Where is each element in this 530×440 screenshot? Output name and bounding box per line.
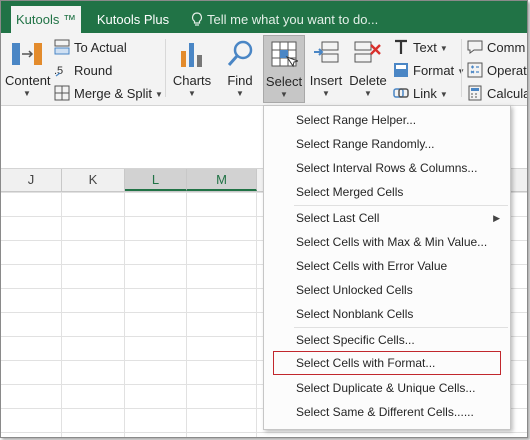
round-icon: .5: [54, 62, 70, 78]
operation-icon: [467, 62, 483, 78]
tell-me-search[interactable]: Tell me what you want to do...: [191, 6, 378, 33]
tab-kutools-plus[interactable]: Kutools Plus: [89, 6, 177, 33]
format-button[interactable]: Format▼: [393, 61, 465, 81]
link-button[interactable]: Link ▼: [393, 84, 448, 104]
charts-icon: [181, 43, 202, 67]
menu-item-select-duplicate-unique-cells[interactable]: Select Duplicate & Unique Cells...: [264, 376, 510, 400]
delete-icon: [354, 41, 381, 63]
comment-button[interactable]: Comm: [467, 38, 525, 58]
menu-item-select-range-randomly[interactable]: Select Range Randomly...: [264, 132, 510, 156]
ribbon-tab-bar: Kutools ™ Kutools Plus Tell me what you …: [1, 1, 527, 33]
excel-window: Kutools ™ Kutools Plus Tell me what you …: [0, 0, 528, 438]
merge-split-icon: [54, 85, 70, 101]
calculator-icon: [467, 85, 483, 101]
calculator-button[interactable]: Calcula: [467, 84, 528, 104]
charts-label: Charts: [172, 73, 212, 88]
ribbon: Content ▼ To Actual .5 Round Merge & Spli…: [1, 33, 527, 106]
format-icon: [393, 62, 409, 78]
menu-item-select-nonblank-cells[interactable]: Select Nonblank Cells: [264, 302, 510, 326]
chevron-down-icon: ▼: [188, 89, 196, 98]
find-label: Find: [227, 73, 253, 88]
submenu-arrow-icon: ▶: [493, 213, 500, 223]
select-grid-icon: [271, 41, 298, 68]
grid-line: [61, 192, 62, 437]
grid-line: [186, 192, 187, 437]
chevron-down-icon: ▼: [155, 90, 163, 99]
select-label: Select: [265, 74, 303, 89]
menu-item-select-cells-max-min-value[interactable]: Select Cells with Max & Min Value...: [264, 230, 510, 254]
svg-text:.5: .5: [54, 65, 63, 77]
menu-item-select-merged-cells[interactable]: Select Merged Cells: [264, 180, 510, 204]
insert-button[interactable]: Insert ▼: [307, 35, 345, 101]
tab-kutools[interactable]: Kutools ™: [11, 6, 81, 33]
charts-button[interactable]: Charts ▼: [171, 35, 213, 101]
delete-button[interactable]: Delete ▼: [347, 35, 389, 101]
menu-item-select-same-different-cells[interactable]: Select Same & Different Cells......: [264, 400, 510, 424]
menu-item-select-cells-with-format[interactable]: Select Cells with Format...: [273, 351, 501, 375]
select-last-cell-label: Select Last Cell: [296, 211, 380, 225]
content-button[interactable]: Content ▼: [5, 35, 51, 101]
content-label: Content: [5, 73, 51, 88]
link-label: Link: [413, 86, 437, 101]
ribbon-separator: [165, 39, 166, 97]
text-label: Text: [413, 40, 437, 55]
round-label: Round: [74, 63, 113, 78]
comment-label: Comm: [487, 40, 526, 55]
content-icon: [12, 43, 42, 65]
menu-item-select-unlocked-cells[interactable]: Select Unlocked Cells: [264, 278, 510, 302]
merge-split-label: Merge & Split: [74, 86, 153, 101]
insert-icon: [314, 41, 339, 63]
chevron-down-icon: ▼: [236, 89, 244, 98]
chevron-down-icon: ▼: [439, 44, 448, 53]
text-button[interactable]: Text ▼: [393, 38, 448, 58]
chevron-down-icon: ▼: [364, 89, 372, 98]
find-button[interactable]: Find ▼: [219, 35, 261, 101]
to-actual-icon: [54, 39, 70, 55]
select-dropdown-menu: Select Range Helper... Select Range Rand…: [263, 105, 511, 430]
grid-line: [256, 192, 257, 437]
tell-me-text: Tell me what you want to do...: [207, 12, 379, 27]
select-button[interactable]: Select ▼: [263, 35, 305, 103]
merge-split-button[interactable]: Merge & Split ▼: [54, 84, 163, 104]
comment-icon: [467, 39, 483, 55]
delete-label: Delete: [349, 73, 387, 88]
menu-item-select-interval-rows-columns[interactable]: Select Interval Rows & Columns...: [264, 156, 510, 180]
column-header-m[interactable]: M: [187, 169, 257, 191]
chevron-down-icon: ▼: [23, 89, 31, 98]
grid-line: [124, 192, 125, 437]
magnifier-icon: [227, 40, 253, 66]
round-button[interactable]: .5 Round: [54, 61, 112, 81]
column-header-l[interactable]: L: [125, 169, 187, 191]
chevron-down-icon: ▼: [439, 90, 448, 99]
calculator-label: Calcula: [487, 86, 528, 101]
to-actual-button[interactable]: To Actual: [54, 38, 127, 58]
chevron-down-icon: ▼: [322, 89, 330, 98]
menu-item-select-cells-error-value[interactable]: Select Cells with Error Value: [264, 254, 510, 278]
ribbon-separator: [461, 39, 462, 97]
menu-item-select-specific-cells[interactable]: Select Specific Cells...: [264, 328, 510, 352]
menu-item-select-range-helper[interactable]: Select Range Helper...: [264, 108, 510, 132]
chevron-down-icon: ▼: [280, 90, 288, 99]
operation-label: Operat: [487, 63, 527, 78]
operation-button[interactable]: Operat: [467, 61, 527, 81]
to-actual-label: To Actual: [74, 40, 127, 55]
insert-label: Insert: [309, 73, 343, 88]
column-header-k[interactable]: K: [62, 169, 125, 191]
text-icon: [393, 39, 409, 55]
link-icon: [393, 85, 409, 101]
menu-item-select-last-cell[interactable]: Select Last Cell ▶: [264, 206, 510, 230]
lightbulb-icon: [191, 12, 203, 26]
format-label: Format: [413, 63, 455, 78]
column-header-j[interactable]: J: [1, 169, 62, 191]
